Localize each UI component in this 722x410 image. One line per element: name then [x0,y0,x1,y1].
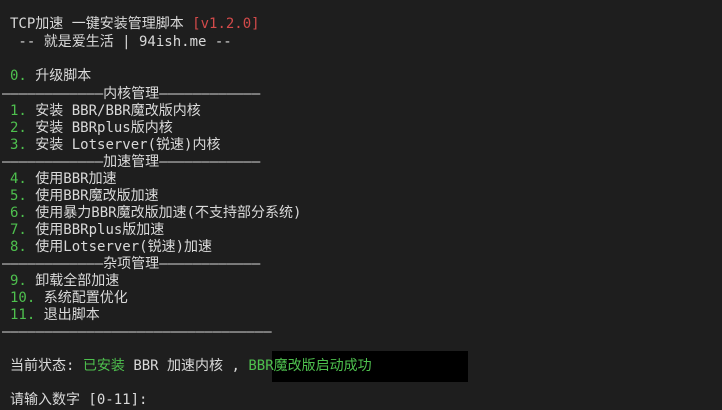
status-kernel: BBR 加速内核 [133,358,224,374]
header-subtitle: -- 就是爱生活 | 94ish.me -- [10,34,232,50]
menu-item-11: 11. 退出脚本 [10,307,100,324]
menu-item-number: 1. [10,103,27,119]
separator-end: ———————————————————————————————— [2,324,272,340]
menu-item-5: 5. 使用BBR魔改版加速 [10,188,159,205]
menu-item-label: 安装 Lotserver(锐速)内核 [35,137,221,153]
menu-item-3: 3. 安装 Lotserver(锐速)内核 [10,137,220,154]
status-label: 当前状态: [10,358,75,374]
terminal-window: TCP加速 一键安装管理脚本 [v1.2.0] -- 就是爱生活 | 94ish… [0,0,722,410]
menu-item-label: 使用BBR魔改版加速 [35,188,159,204]
menu-item-0: 0. 升级脚本 [10,68,91,85]
script-version: [v1.2.0] [192,16,260,32]
status-line: 当前状态: 已安装 BBR 加速内核 , BBR魔改版启动成功 [10,358,372,375]
menu-item-number: 2. [10,120,27,136]
menu-item-number: 0. [10,68,27,84]
menu-item-label: 卸载全部加速 [35,273,120,289]
menu-item-number: 9. [10,273,27,289]
menu-item-label: 升级脚本 [35,68,92,84]
menu-item-label: 使用BBRplus版加速 [35,222,165,238]
separator-accel: ————————————加速管理———————————— [2,154,261,170]
menu-item-number: 10. [10,290,36,306]
menu-item-label: 系统配置优化 [43,290,128,306]
script-title: TCP加速 一键安装管理脚本 [10,16,184,32]
menu-item-label: 使用Lotserver(锐速)加速 [35,239,213,255]
menu-item-8: 8. 使用Lotserver(锐速)加速 [10,239,212,256]
status-running: BBR魔改版启动成功 [248,358,372,374]
menu-item-10: 10. 系统配置优化 [10,290,128,307]
menu-item-9: 9. 卸载全部加速 [10,273,119,290]
menu-item-number: 11. [10,307,36,323]
menu-item-number: 3. [10,137,27,153]
menu-item-number: 4. [10,171,27,187]
menu-item-number: 5. [10,188,27,204]
menu-item-6: 6. 使用暴力BBR魔改版加速(不支持部分系统) [10,205,301,222]
header-title-line: TCP加速 一键安装管理脚本 [v1.2.0] [10,16,260,33]
separator-misc: ————————————杂项管理———————————— [2,256,261,272]
menu-item-label: 使用暴力BBR魔改版加速(不支持部分系统) [35,205,302,221]
menu-item-4: 4. 使用BBR加速 [10,171,117,188]
menu-item-number: 7. [10,222,27,238]
status-comma: , [231,358,240,374]
menu-item-number: 6. [10,205,27,221]
menu-item-1: 1. 安装 BBR/BBR魔改版内核 [10,103,201,120]
status-installed: 已安装 [82,358,125,374]
menu-item-2: 2. 安装 BBRplus版内核 [10,120,173,137]
separator-kernel: ————————————内核管理———————————— [2,86,261,102]
menu-item-label: 退出脚本 [43,307,100,323]
menu-item-label: 安装 BBR/BBR魔改版内核 [35,103,201,119]
menu-item-label: 使用BBR加速 [35,171,117,187]
input-prompt-line[interactable]: 请输入数字 [0-11]: [10,392,155,409]
menu-item-number: 8. [10,239,27,255]
menu-item-label: 安装 BBRplus版内核 [35,120,173,136]
menu-item-7: 7. 使用BBRplus版加速 [10,222,164,239]
input-prompt: 请输入数字 [0-11]: [10,392,148,408]
